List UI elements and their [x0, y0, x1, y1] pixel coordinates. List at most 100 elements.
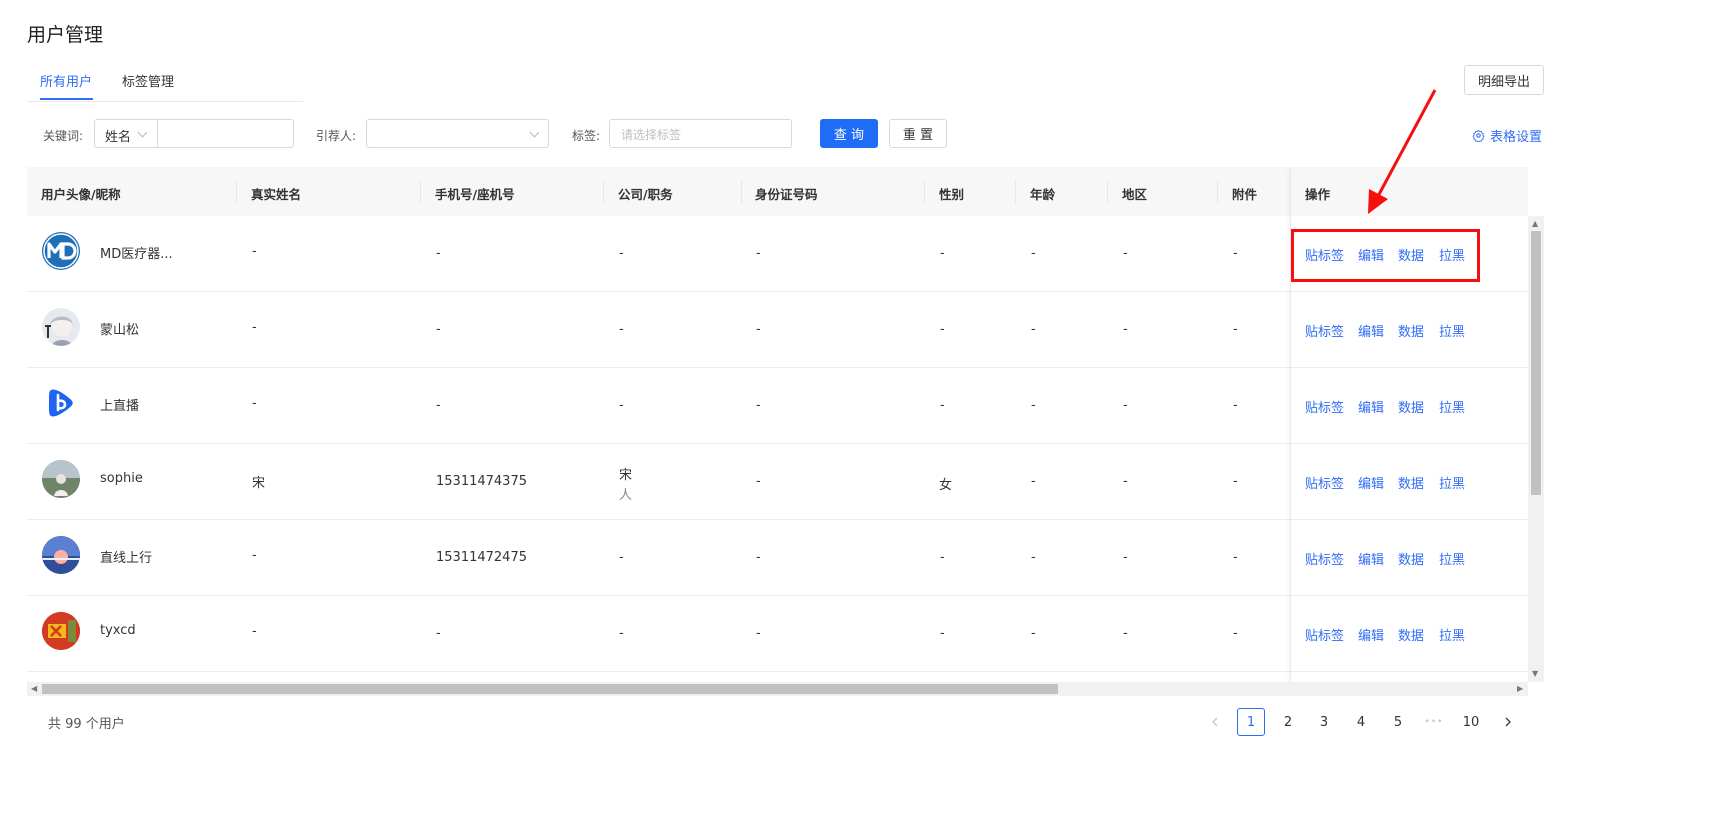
row-actions: 贴标签 编辑 数据 拉黑: [1291, 596, 1528, 672]
page-ellipsis[interactable]: •••: [1420, 708, 1448, 736]
attachment: -: [1233, 626, 1238, 641]
page-4[interactable]: 4: [1347, 708, 1375, 736]
tag-user-button[interactable]: 贴标签: [1305, 625, 1344, 644]
scroll-down-icon[interactable]: ▼: [1532, 670, 1538, 678]
nickname: 直线上行: [100, 551, 153, 566]
tab-tag-management[interactable]: 标签管理: [122, 71, 174, 90]
id-number: -: [756, 398, 761, 413]
photo-avatar-icon: [42, 460, 80, 498]
col-avatar-nickname: 用户头像/昵称: [41, 187, 121, 202]
real-name: -: [252, 396, 257, 411]
attachment: -: [1233, 550, 1238, 565]
data-button[interactable]: 数据: [1398, 625, 1424, 644]
region: -: [1123, 322, 1128, 337]
attachment: -: [1233, 246, 1238, 261]
age: -: [1031, 626, 1036, 641]
chevron-down-icon: [529, 127, 540, 138]
chevron-right-icon[interactable]: [1494, 708, 1522, 736]
annotation-highlight-box: [1291, 229, 1480, 282]
referrer-select[interactable]: [366, 119, 549, 148]
live-logo-icon: [42, 384, 80, 422]
blacklist-button[interactable]: 拉黑: [1439, 397, 1465, 416]
col-real-name: 真实姓名: [251, 187, 302, 202]
tag-user-button[interactable]: 贴标签: [1305, 321, 1344, 340]
page-5[interactable]: 5: [1384, 708, 1412, 736]
nickname: 蒙山松: [100, 323, 140, 338]
col-region: 地区: [1122, 187, 1148, 202]
col-attachment: 附件: [1232, 187, 1258, 202]
phone: 15311474375: [436, 474, 527, 489]
vertical-scrollbar[interactable]: ▲ ▼: [1528, 216, 1544, 682]
phone: 15311472475: [436, 550, 527, 565]
page-10[interactable]: 10: [1457, 708, 1485, 736]
region: -: [1123, 398, 1128, 413]
region: -: [1123, 474, 1128, 489]
reset-button[interactable]: 重 置: [889, 119, 947, 148]
attachment: -: [1233, 322, 1238, 337]
gender: 女: [939, 478, 953, 493]
table-settings-button[interactable]: 表格设置: [1472, 126, 1542, 145]
nickname: sophie: [100, 471, 143, 486]
blacklist-button[interactable]: 拉黑: [1439, 321, 1465, 340]
table-settings-label: 表格设置: [1490, 130, 1543, 145]
real-name: -: [252, 320, 257, 335]
id-number: -: [756, 550, 761, 565]
chevron-down-icon: [137, 127, 148, 138]
col-age: 年龄: [1030, 187, 1056, 202]
tag-select[interactable]: 请选择标签: [609, 119, 792, 148]
real-name: -: [252, 548, 257, 563]
horizontal-scroll-thumb[interactable]: [42, 684, 1058, 694]
real-name: -: [252, 244, 257, 259]
keyword-input[interactable]: [157, 119, 294, 148]
data-button[interactable]: 数据: [1398, 397, 1424, 416]
phone: -: [436, 626, 441, 641]
chevron-left-icon[interactable]: [1201, 708, 1229, 736]
page-1[interactable]: 1: [1237, 708, 1265, 736]
gender: -: [940, 398, 945, 413]
blacklist-button[interactable]: 拉黑: [1439, 473, 1465, 492]
data-button[interactable]: 数据: [1398, 549, 1424, 568]
edit-button[interactable]: 编辑: [1358, 473, 1384, 492]
age: -: [1031, 474, 1036, 489]
blacklist-button[interactable]: 拉黑: [1439, 549, 1465, 568]
keyword-type-select[interactable]: 姓名: [94, 119, 157, 148]
gender: -: [940, 550, 945, 565]
real-name: 宋: [252, 476, 266, 491]
edit-button[interactable]: 编辑: [1358, 321, 1384, 340]
blacklist-button[interactable]: 拉黑: [1439, 625, 1465, 644]
tab-all-users[interactable]: 所有用户: [40, 71, 92, 90]
vertical-scroll-thumb[interactable]: [1531, 231, 1541, 495]
col-id-number: 身份证号码: [755, 187, 818, 202]
phone: -: [436, 322, 441, 337]
page-3[interactable]: 3: [1310, 708, 1338, 736]
annotation-arrow-icon: [1368, 89, 1437, 214]
horizontal-scrollbar[interactable]: ◀ ▶: [27, 682, 1528, 696]
attachment: -: [1233, 474, 1238, 489]
anime-avatar-icon: [42, 308, 80, 346]
scroll-up-icon[interactable]: ▲: [1532, 220, 1538, 228]
gender: -: [940, 246, 945, 261]
position: 人: [619, 488, 633, 503]
id-number: -: [756, 626, 761, 641]
company: -: [619, 398, 624, 413]
export-details-button[interactable]: 明细导出: [1464, 65, 1544, 95]
edit-button[interactable]: 编辑: [1358, 397, 1384, 416]
row-actions: 贴标签 编辑 数据 拉黑: [1291, 444, 1528, 520]
phone: -: [436, 246, 441, 261]
scroll-left-icon[interactable]: ◀: [31, 685, 37, 693]
data-button[interactable]: 数据: [1398, 321, 1424, 340]
edit-button[interactable]: 编辑: [1358, 549, 1384, 568]
tab-bar: 所有用户 标签管理: [27, 60, 303, 102]
active-tab-indicator: [40, 98, 93, 100]
col-gender: 性别: [939, 187, 965, 202]
edit-button[interactable]: 编辑: [1358, 625, 1384, 644]
row-actions: 贴标签 编辑 数据 拉黑: [1291, 292, 1528, 368]
scroll-right-icon[interactable]: ▶: [1517, 685, 1523, 693]
tag-user-button[interactable]: 贴标签: [1305, 473, 1344, 492]
tag-user-button[interactable]: 贴标签: [1305, 549, 1344, 568]
page-2[interactable]: 2: [1274, 708, 1302, 736]
query-button[interactable]: 查 询: [820, 119, 878, 148]
company: -: [619, 550, 624, 565]
tag-user-button[interactable]: 贴标签: [1305, 397, 1344, 416]
data-button[interactable]: 数据: [1398, 473, 1424, 492]
